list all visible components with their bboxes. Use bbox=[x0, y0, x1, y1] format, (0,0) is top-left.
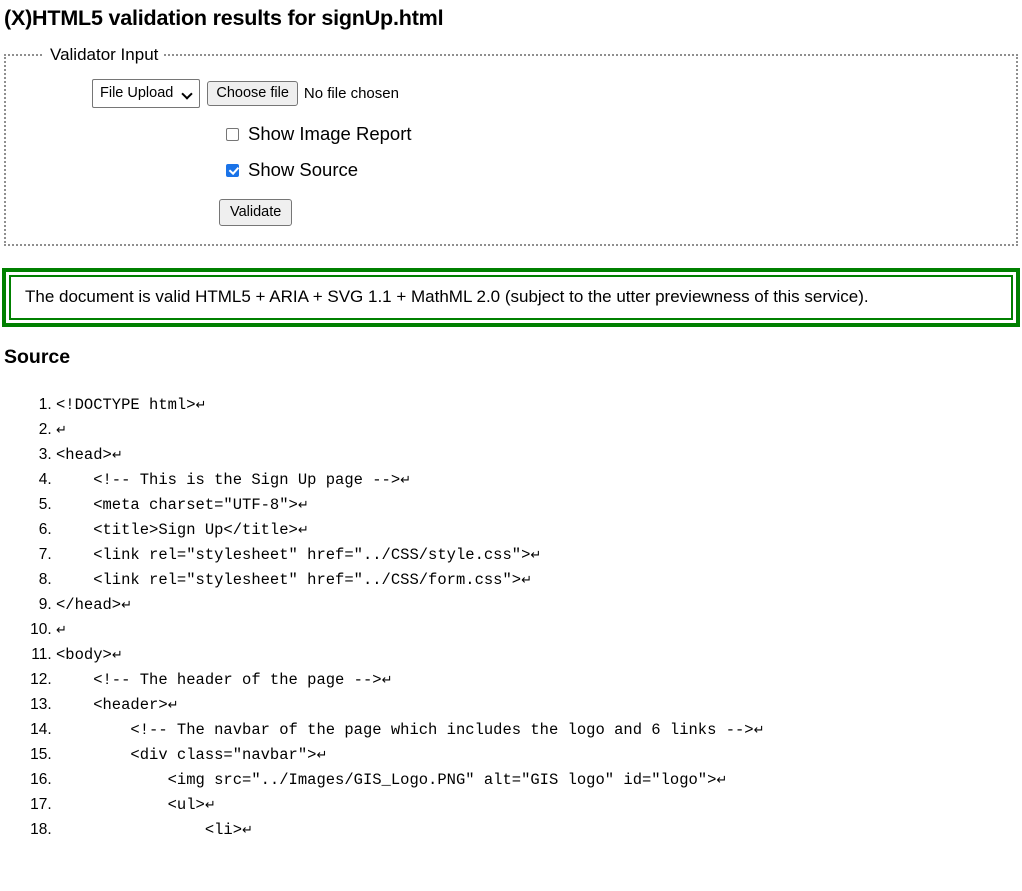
source-line: ↵ bbox=[56, 418, 1022, 443]
line-ending-icon: ↵ bbox=[298, 498, 309, 513]
show-source-row[interactable]: Show Source bbox=[16, 160, 1006, 180]
line-ending-icon: ↵ bbox=[530, 548, 541, 563]
source-line-text: <!-- This is the Sign Up page --> bbox=[56, 471, 400, 489]
source-line-text: <li> bbox=[56, 821, 242, 839]
source-line-text: <body> bbox=[56, 646, 112, 664]
line-ending-icon: ↵ bbox=[754, 723, 765, 738]
source-line: <!-- This is the Sign Up page -->↵ bbox=[56, 468, 1022, 493]
source-line-text: <div class="navbar"> bbox=[56, 746, 316, 764]
source-line: <div class="navbar">↵ bbox=[56, 743, 1022, 768]
show-image-report-row[interactable]: Show Image Report bbox=[16, 124, 1006, 144]
line-ending-icon: ↵ bbox=[56, 423, 67, 438]
source-line: <header>↵ bbox=[56, 693, 1022, 718]
show-source-label: Show Source bbox=[248, 160, 358, 180]
source-line: <link rel="stylesheet" href="../CSS/styl… bbox=[56, 543, 1022, 568]
source-line: <meta charset="UTF-8">↵ bbox=[56, 493, 1022, 518]
chevron-down-icon bbox=[183, 89, 193, 99]
line-ending-icon: ↵ bbox=[112, 648, 123, 663]
fieldset-legend: Validator Input bbox=[44, 45, 164, 65]
line-ending-icon: ↵ bbox=[196, 398, 207, 413]
source-line-text: <!-- The header of the page --> bbox=[56, 671, 382, 689]
upload-mode-selected-value: File Upload bbox=[100, 85, 173, 102]
line-ending-icon: ↵ bbox=[316, 748, 327, 763]
source-line: <!-- The header of the page -->↵ bbox=[56, 668, 1022, 693]
file-status-text: No file chosen bbox=[304, 85, 399, 102]
source-line-text: <link rel="stylesheet" href="../CSS/form… bbox=[56, 571, 521, 589]
line-ending-icon: ↵ bbox=[242, 823, 253, 838]
source-line: <ul>↵ bbox=[56, 793, 1022, 818]
source-line-text: <img src="../Images/GIS_Logo.PNG" alt="G… bbox=[56, 771, 716, 789]
source-line-text: <ul> bbox=[56, 796, 205, 814]
source-line-text: <title>Sign Up</title> bbox=[56, 521, 298, 539]
line-ending-icon: ↵ bbox=[298, 523, 309, 538]
source-code-listing: <!DOCTYPE html>↵↵<head>↵ <!-- This is th… bbox=[0, 393, 1022, 843]
source-line: <li>↵ bbox=[56, 818, 1022, 843]
source-line: <link rel="stylesheet" href="../CSS/form… bbox=[56, 568, 1022, 593]
source-line: <!-- The navbar of the page which includ… bbox=[56, 718, 1022, 743]
show-source-checkbox[interactable] bbox=[226, 164, 239, 177]
source-line-text: <head> bbox=[56, 446, 112, 464]
validate-button[interactable]: Validate bbox=[219, 199, 292, 226]
choose-file-button[interactable]: Choose file bbox=[207, 81, 298, 106]
source-line: ↵ bbox=[56, 618, 1022, 643]
source-line-text: <header> bbox=[56, 696, 168, 714]
source-line-text: <!DOCTYPE html> bbox=[56, 396, 196, 414]
source-line-text: <!-- The navbar of the page which includ… bbox=[56, 721, 754, 739]
line-ending-icon: ↵ bbox=[716, 773, 727, 788]
source-line: <!DOCTYPE html>↵ bbox=[56, 393, 1022, 418]
line-ending-icon: ↵ bbox=[168, 698, 179, 713]
source-line: </head>↵ bbox=[56, 593, 1022, 618]
source-line: <head>↵ bbox=[56, 443, 1022, 468]
validate-row: Validate bbox=[16, 199, 1006, 226]
line-ending-icon: ↵ bbox=[112, 448, 123, 463]
upload-mode-select[interactable]: File Upload bbox=[92, 79, 200, 108]
source-line-text: <link rel="stylesheet" href="../CSS/styl… bbox=[56, 546, 530, 564]
line-ending-icon: ↵ bbox=[205, 798, 216, 813]
source-line: <img src="../Images/GIS_Logo.PNG" alt="G… bbox=[56, 768, 1022, 793]
line-ending-icon: ↵ bbox=[56, 623, 67, 638]
validator-input-fieldset: Validator Input File Upload Choose file … bbox=[4, 45, 1018, 246]
validation-result-inner: The document is valid HTML5 + ARIA + SVG… bbox=[9, 275, 1013, 320]
line-ending-icon: ↵ bbox=[521, 573, 532, 588]
source-line: <body>↵ bbox=[56, 643, 1022, 668]
show-image-report-checkbox[interactable] bbox=[226, 128, 239, 141]
line-ending-icon: ↵ bbox=[121, 598, 132, 613]
line-ending-icon: ↵ bbox=[382, 673, 393, 688]
input-mode-row: File Upload Choose file No file chosen bbox=[16, 79, 1006, 108]
line-ending-icon: ↵ bbox=[400, 473, 411, 488]
validation-result-banner: The document is valid HTML5 + ARIA + SVG… bbox=[2, 268, 1020, 327]
file-upload-control: Choose file No file chosen bbox=[207, 81, 399, 106]
source-line: <title>Sign Up</title>↵ bbox=[56, 518, 1022, 543]
source-line-text: <meta charset="UTF-8"> bbox=[56, 496, 298, 514]
show-image-report-label: Show Image Report bbox=[248, 124, 412, 144]
source-heading: Source bbox=[4, 345, 1022, 369]
page-title: (X)HTML5 validation results for signUp.h… bbox=[0, 0, 1022, 32]
source-line-text: </head> bbox=[56, 596, 121, 614]
validation-result-text: The document is valid HTML5 + ARIA + SVG… bbox=[25, 287, 869, 306]
